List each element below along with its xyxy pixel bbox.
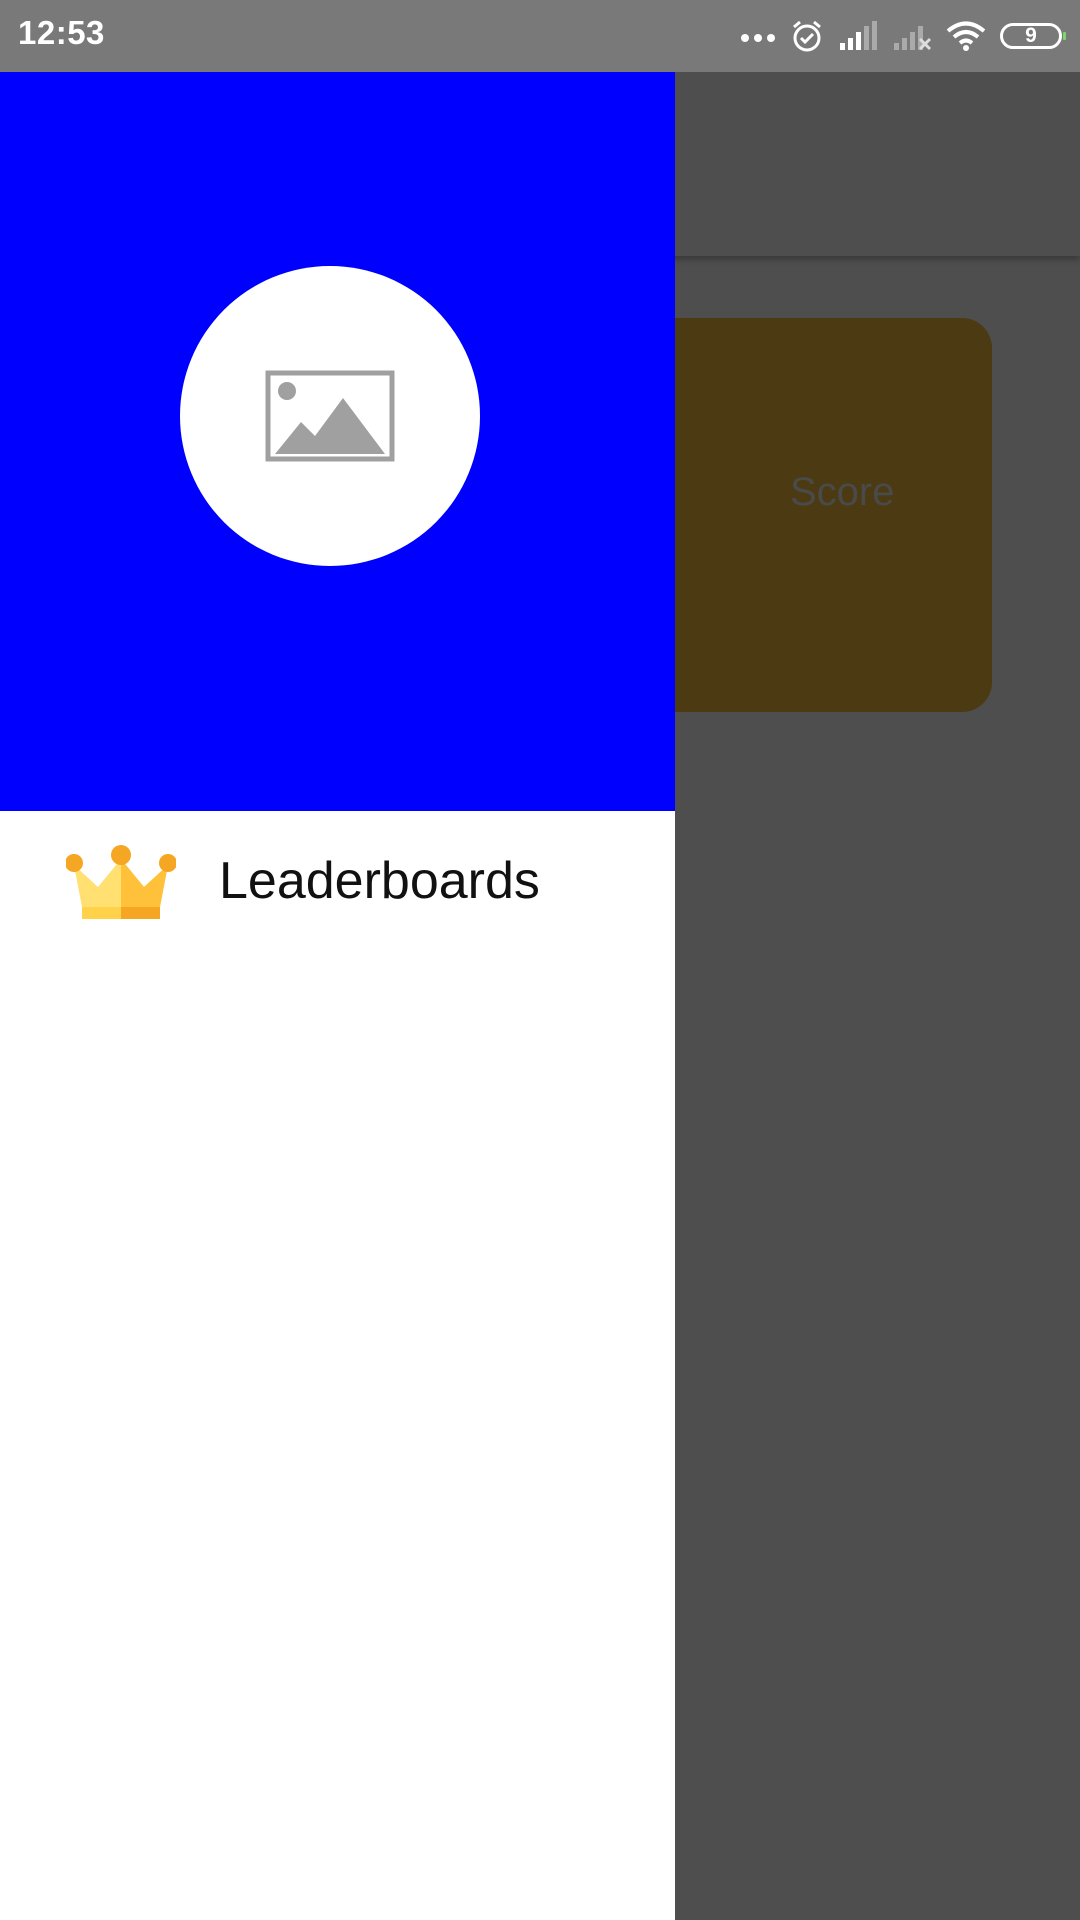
- score-label: Score: [790, 470, 895, 514]
- more-dots-icon: [741, 34, 775, 42]
- signal-off-icon: [894, 26, 932, 51]
- avatar[interactable]: [180, 266, 480, 566]
- battery-icon: 9: [1000, 23, 1066, 49]
- battery-level: 9: [1025, 24, 1037, 47]
- alarm-icon: [793, 20, 821, 52]
- wifi-icon: [946, 21, 986, 51]
- signal-icon: [840, 21, 877, 50]
- image-placeholder-icon: [265, 370, 395, 462]
- status-icons: 9: [740, 14, 1066, 58]
- crown-icon: [66, 845, 176, 919]
- status-time: 12:53: [18, 14, 105, 51]
- drawer-item-label: Leaderboards: [219, 852, 540, 910]
- screen: 12:53 9 Score Leaderboards: [0, 0, 1080, 1920]
- drawer-item-leaderboards[interactable]: Leaderboards: [0, 811, 675, 951]
- status-bar: 12:53 9: [0, 0, 1080, 72]
- navigation-drawer: Leaderboards: [0, 72, 675, 1920]
- drawer-header: [0, 72, 675, 811]
